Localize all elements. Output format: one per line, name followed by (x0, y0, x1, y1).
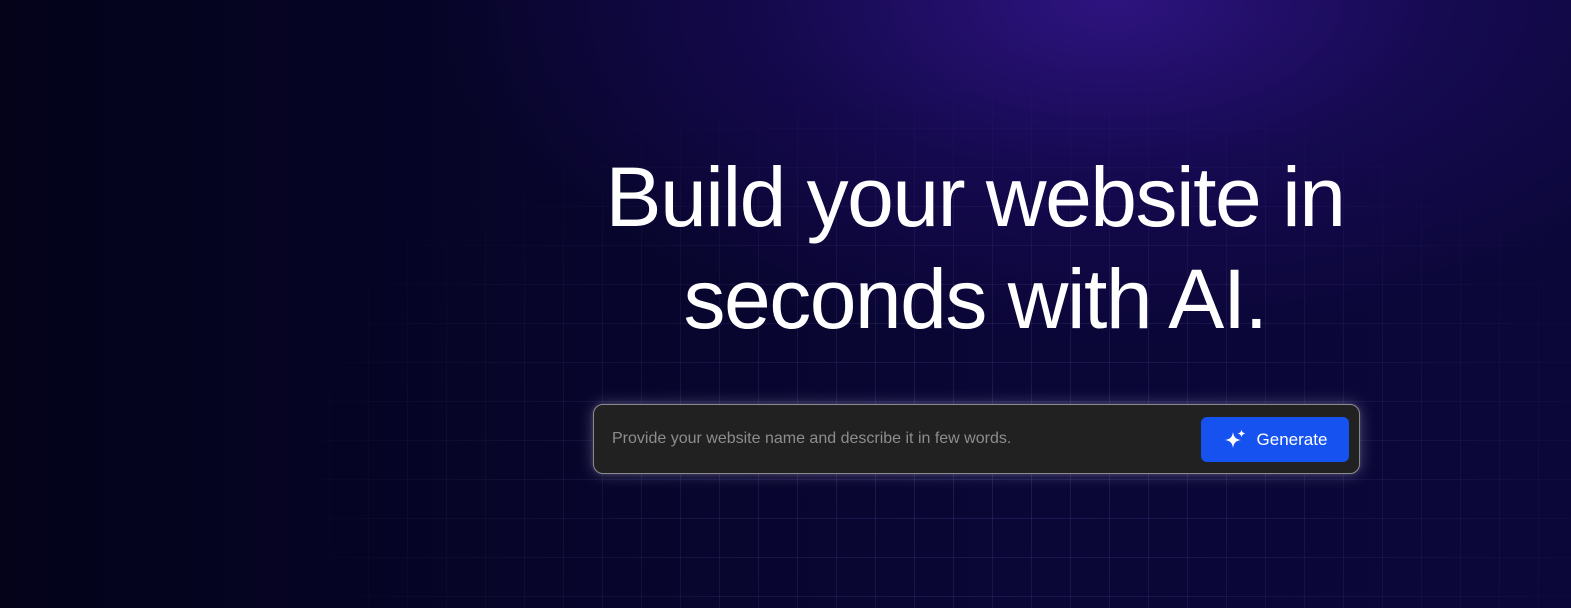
headline-line-2: seconds with AI. (683, 252, 1269, 346)
prompt-box: Generate (593, 404, 1360, 474)
generate-button-label: Generate (1256, 429, 1328, 449)
headline-line-1: Build your website in (605, 150, 1346, 244)
website-description-input[interactable] (612, 420, 1172, 458)
sparkle-icon (1223, 428, 1247, 452)
hero-section: Build your website in seconds with AI. G… (0, 0, 1571, 608)
hero-headline: Build your website in seconds with AI. (560, 146, 1390, 350)
generate-button[interactable]: Generate (1201, 417, 1349, 462)
